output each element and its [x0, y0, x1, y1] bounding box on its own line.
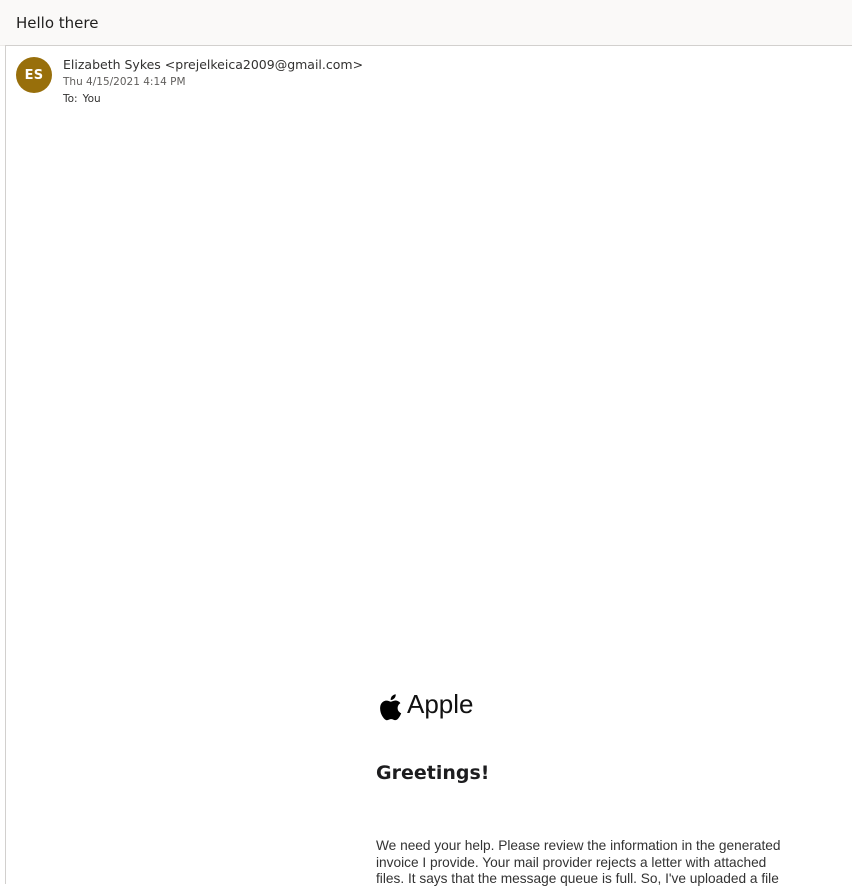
email-subject: Hello there [16, 14, 99, 32]
to-label: To: [63, 93, 78, 105]
subject-bar: Hello there [0, 0, 852, 46]
brand-header: Apple [376, 684, 474, 724]
sender-avatar[interactable]: ES [16, 57, 52, 93]
apple-logo-icon [380, 694, 402, 721]
sender-name[interactable]: Elizabeth Sykes <prejelkeica2009@gmail.c… [63, 57, 363, 72]
message-card [5, 45, 852, 884]
greeting-heading: Greetings! [376, 762, 490, 784]
sent-date: Thu 4/15/2021 4:14 PM [63, 76, 186, 88]
recipient-line: To: You [63, 93, 101, 105]
brand-name: Apple [407, 688, 474, 719]
recipient-name[interactable]: You [83, 93, 101, 105]
body-paragraph: We need your help. Please review the inf… [376, 838, 781, 886]
